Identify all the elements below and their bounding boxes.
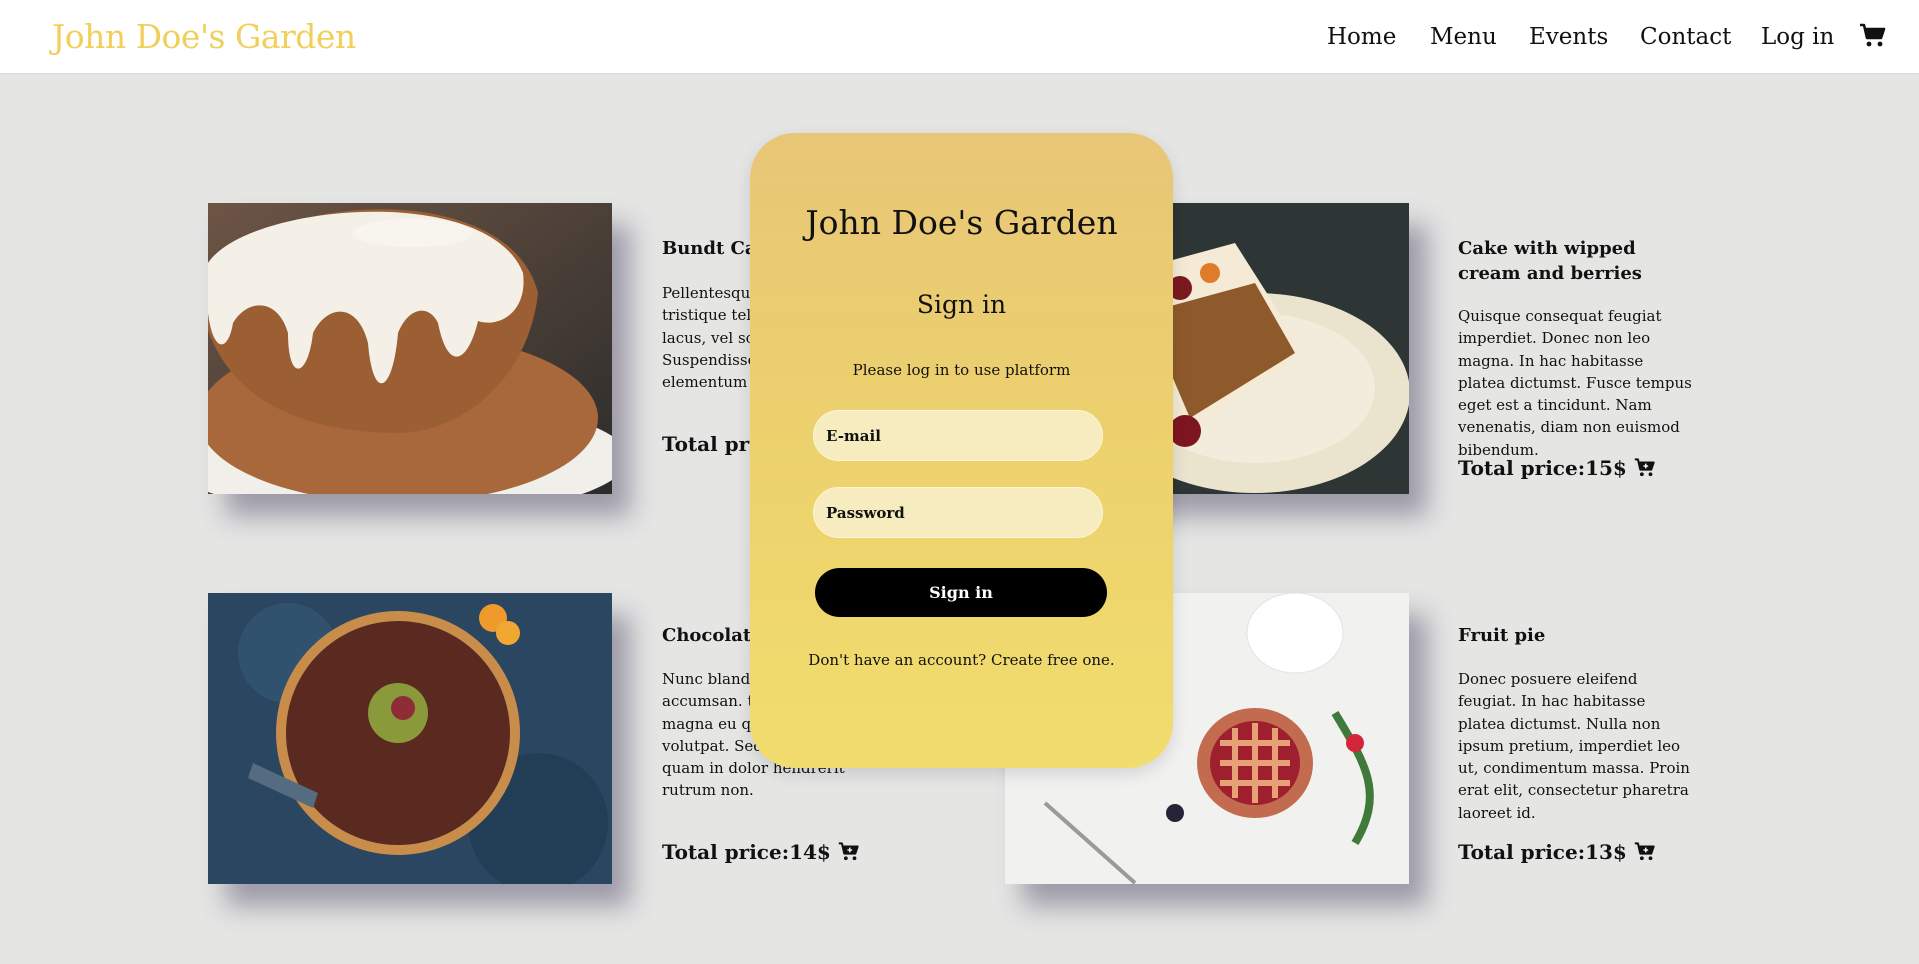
product-price: Total price:13$ — [1458, 840, 1656, 864]
nav-menu[interactable]: Menu — [1430, 24, 1497, 50]
signin-button[interactable]: Sign in — [815, 568, 1107, 617]
brand-logo[interactable]: John Doe's Garden — [52, 17, 356, 56]
add-to-cart-icon[interactable] — [1634, 841, 1656, 863]
product-price: Total price:14$ — [662, 840, 860, 864]
nav-home[interactable]: Home — [1327, 24, 1396, 50]
create-account-link[interactable]: Don't have an account? Create free one. — [750, 651, 1173, 669]
signin-heading: Sign in — [916, 290, 1007, 319]
email-field[interactable] — [813, 410, 1103, 461]
add-to-cart-icon[interactable] — [838, 841, 860, 863]
price-label: Total price:14$ — [662, 840, 831, 864]
add-to-cart-icon[interactable] — [1634, 457, 1656, 479]
top-navbar: John Doe's Garden Home Menu Events Conta… — [0, 0, 1919, 73]
product-description: Donec posuere eleifend feugiat. In hac h… — [1458, 670, 1690, 822]
price-label: Total price:15$ — [1458, 456, 1627, 480]
bundt-cake-photo — [208, 203, 612, 494]
nav-login[interactable]: Log in — [1761, 24, 1834, 50]
signin-note: Please log in to use platform — [852, 361, 1071, 379]
signin-modal: John Doe's Garden Sign in Please log in … — [750, 133, 1173, 768]
product-title: Cake with wipped cream and berries — [1458, 238, 1642, 284]
product-description: Quisque consequat feugiat imperdiet. Don… — [1458, 307, 1692, 459]
product-title: Fruit pie — [1458, 625, 1546, 646]
product-price: Total price:15$ — [1458, 456, 1656, 480]
nav-events[interactable]: Events — [1529, 24, 1608, 50]
chocolate-tart-photo — [208, 593, 612, 884]
signin-brand-title: John Doe's Garden — [805, 203, 1118, 242]
cart-icon[interactable] — [1859, 23, 1887, 49]
nav-contact[interactable]: Contact — [1640, 24, 1731, 50]
password-field[interactable] — [813, 487, 1103, 538]
price-label: Total price:13$ — [1458, 840, 1627, 864]
